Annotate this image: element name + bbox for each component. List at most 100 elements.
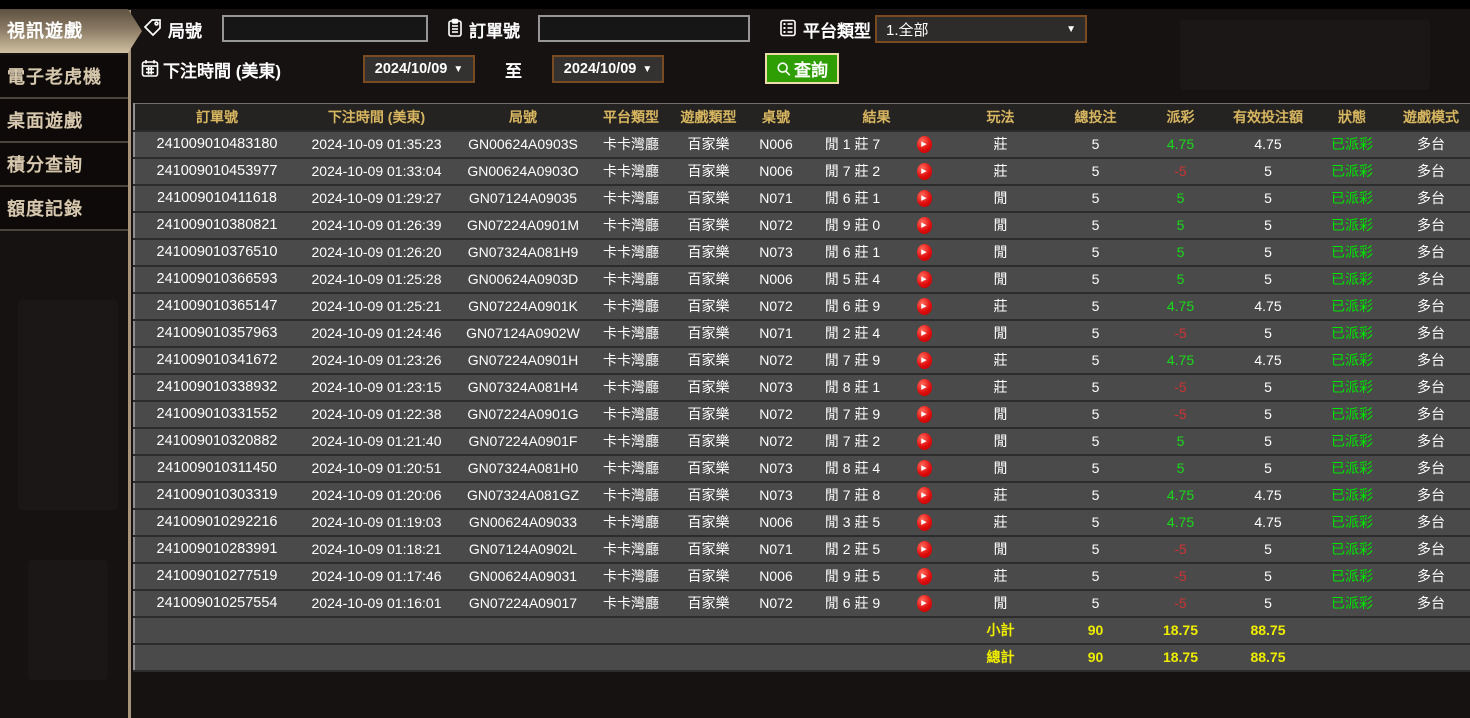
replay-video-icon[interactable]: ▶: [916, 135, 932, 153]
table-row: 241009010283991 2024-10-09 01:18:21 GN0712…: [134, 535, 1470, 564]
sidebar-item-points-query[interactable]: 積分查詢: [0, 143, 128, 187]
cell-round: GN07324A081H0: [454, 454, 592, 483]
cell-play-type: 閒: [948, 454, 1053, 483]
cell-payout: 5: [1138, 454, 1223, 483]
platform-type-select[interactable]: 1.全部 ▼: [875, 15, 1087, 43]
replay-video-icon[interactable]: ▶: [916, 486, 932, 504]
cell-payout: -5: [1138, 157, 1223, 186]
cell-round: GN07124A0902L: [454, 535, 592, 564]
cell-bet-time: 2024-10-09 01:33:04: [299, 157, 454, 186]
search-icon: [776, 61, 792, 77]
subtotal-label: 小計: [948, 616, 1053, 645]
cell-round: GN07124A09035: [454, 184, 592, 213]
search-button-label: 查詢: [794, 61, 828, 80]
cell-table-no: N006: [747, 562, 805, 591]
sidebar-item-slots[interactable]: 電子老虎機: [0, 55, 128, 99]
background-ghost: [28, 560, 108, 680]
column-header-total-bet: 總投注: [1053, 103, 1138, 132]
table-row: 241009010411618 2024-10-09 01:29:27 GN0712…: [134, 184, 1470, 213]
clipboard-icon: [445, 18, 465, 38]
date-to-picker[interactable]: 2024/10/09 ▼: [552, 55, 664, 83]
replay-video-icon[interactable]: ▶: [916, 270, 932, 288]
cell-valid-bet: 4.75: [1223, 292, 1313, 321]
replay-video-icon[interactable]: ▶: [916, 594, 932, 612]
grand-total-total-bet: 90: [1053, 643, 1138, 672]
cell-play-type: 閒: [948, 400, 1053, 429]
cell-bet-time: 2024-10-09 01:29:27: [299, 184, 454, 213]
replay-video-icon[interactable]: ▶: [916, 567, 932, 585]
replay-video-icon[interactable]: ▶: [916, 378, 932, 396]
table-header-row: 訂單號 下注時間 (美東) 局號 平台類型 遊戲類型 桌號 結果 玩法 總投注 …: [134, 103, 1470, 132]
filter-form: 局號 訂單號 平台類型 1.全部 ▼ 下注時間 (美東) 2024/10/09 …: [133, 9, 1470, 103]
cell-total-bet: 5: [1053, 373, 1138, 402]
cell-status: 已派彩: [1313, 481, 1391, 510]
chevron-down-icon: ▼: [1066, 23, 1076, 35]
replay-cell: ▶: [900, 157, 948, 186]
cell-payout: -5: [1138, 535, 1223, 564]
cell-table-no: N006: [747, 130, 805, 159]
table-row: 241009010380821 2024-10-09 01:26:39 GN0722…: [134, 211, 1470, 240]
replay-video-icon[interactable]: ▶: [916, 162, 932, 180]
replay-video-icon[interactable]: ▶: [916, 513, 932, 531]
cell-valid-bet: 5: [1223, 238, 1313, 267]
cell-bet-time: 2024-10-09 01:20:51: [299, 454, 454, 483]
cell-round: GN07324A081H9: [454, 238, 592, 267]
cell-valid-bet: 5: [1223, 211, 1313, 240]
order-no-input[interactable]: [538, 15, 750, 42]
cell-bet-time: 2024-10-09 01:20:06: [299, 481, 454, 510]
cell-payout: -5: [1138, 562, 1223, 591]
table-row: 241009010320882 2024-10-09 01:21:40 GN0722…: [134, 427, 1470, 456]
cell-total-bet: 5: [1053, 535, 1138, 564]
date-from-picker[interactable]: 2024/10/09 ▼: [363, 55, 475, 83]
replay-video-icon[interactable]: ▶: [916, 459, 932, 477]
table-row: 241009010357963 2024-10-09 01:24:46 GN0712…: [134, 319, 1470, 348]
cell-game-type: 百家樂: [670, 589, 747, 618]
cell-platform: 卡卡灣廳: [592, 562, 670, 591]
cell-status: 已派彩: [1313, 238, 1391, 267]
replay-cell: ▶: [900, 346, 948, 375]
cell-payout: 5: [1138, 427, 1223, 456]
records-table-wrap: 訂單號 下注時間 (美東) 局號 平台類型 遊戲類型 桌號 結果 玩法 總投注 …: [133, 103, 1470, 672]
cell-table-no: N071: [747, 535, 805, 564]
cell-status: 已派彩: [1313, 211, 1391, 240]
cell-status: 已派彩: [1313, 427, 1391, 456]
replay-video-icon[interactable]: ▶: [916, 324, 932, 342]
replay-video-icon[interactable]: ▶: [916, 189, 932, 207]
sidebar-item-credit-records[interactable]: 額度記錄: [0, 187, 128, 231]
grand-total-valid-bet: 88.75: [1223, 643, 1313, 672]
cell-table-no: N072: [747, 427, 805, 456]
cell-valid-bet: 5: [1223, 454, 1313, 483]
replay-video-icon[interactable]: ▶: [916, 216, 932, 234]
column-header-valid-bet: 有效投注額: [1223, 103, 1313, 132]
search-button[interactable]: 查詢: [765, 53, 839, 84]
replay-video-icon[interactable]: ▶: [916, 540, 932, 558]
column-header-game-type: 遊戲類型: [670, 103, 747, 132]
cell-game-type: 百家樂: [670, 454, 747, 483]
cell-game-mode: 多台: [1391, 130, 1470, 159]
cell-payout: -5: [1138, 319, 1223, 348]
replay-video-icon[interactable]: ▶: [916, 405, 932, 423]
cell-play-type: 莊: [948, 481, 1053, 510]
sidebar-item-table-games[interactable]: 桌面遊戲: [0, 99, 128, 143]
cell-total-bet: 5: [1053, 427, 1138, 456]
cell-result: 閒 6 莊 9: [805, 292, 900, 321]
replay-video-icon[interactable]: ▶: [916, 243, 932, 261]
cell-order: 241009010411618: [134, 184, 299, 213]
round-no-input[interactable]: [222, 15, 428, 42]
replay-video-icon[interactable]: ▶: [916, 297, 932, 315]
cell-result: 閒 7 莊 9: [805, 400, 900, 429]
cell-status: 已派彩: [1313, 535, 1391, 564]
records-table: 訂單號 下注時間 (美東) 局號 平台類型 遊戲類型 桌號 結果 玩法 總投注 …: [133, 103, 1470, 672]
column-header-table-no: 桌號: [747, 103, 805, 132]
replay-cell: ▶: [900, 319, 948, 348]
replay-video-icon[interactable]: ▶: [916, 432, 932, 450]
table-row: 241009010453977 2024-10-09 01:33:04 GN0062…: [134, 157, 1470, 186]
sidebar-item-video-games[interactable]: 視訊遊戲: [0, 9, 142, 53]
replay-video-icon[interactable]: ▶: [916, 351, 932, 369]
date-range-to-label: 至: [505, 62, 522, 81]
cell-game-type: 百家樂: [670, 265, 747, 294]
cell-status: 已派彩: [1313, 373, 1391, 402]
cell-status: 已派彩: [1313, 400, 1391, 429]
cell-order: 241009010311450: [134, 454, 299, 483]
cell-game-type: 百家樂: [670, 292, 747, 321]
